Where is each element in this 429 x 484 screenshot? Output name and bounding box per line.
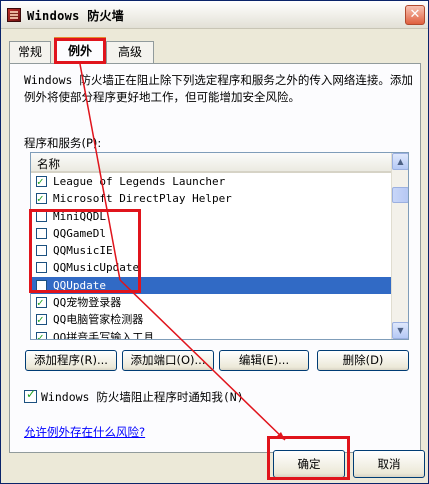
list-item[interactable]: QQ宠物登录器 — [31, 294, 391, 311]
exceptions-risk-link[interactable]: 允许例外存在什么风险? — [24, 424, 145, 440]
tab-exceptions[interactable]: 例外 — [54, 37, 106, 64]
add-port-button[interactable]: 添加端口(O)... — [122, 350, 214, 371]
add-program-button[interactable]: 添加程序(R)... — [25, 350, 117, 371]
row-label: Microsoft DirectPlay Helper — [53, 192, 232, 206]
row-label: QQMusicUpdate — [53, 261, 140, 275]
list-rows: League of Legends Launcher Microsoft Dir… — [31, 173, 391, 340]
scroll-thumb[interactable] — [392, 187, 408, 203]
row-checkbox[interactable] — [36, 245, 47, 257]
row-checkbox[interactable] — [36, 173, 47, 190]
title-bar[interactable]: Windows 防火墙 ✕ — [1, 1, 428, 29]
list-item[interactable]: MiniQQDL — [31, 208, 391, 225]
row-checkbox[interactable] — [36, 210, 47, 222]
scroll-up-icon[interactable]: ▲ — [392, 153, 408, 170]
row-checkbox[interactable] — [36, 294, 47, 311]
ok-button[interactable]: 确定 — [273, 450, 345, 478]
cancel-button[interactable]: 取消 — [353, 450, 425, 478]
row-checkbox[interactable] — [36, 329, 47, 339]
list-item[interactable]: QQUpdate — [31, 276, 391, 295]
list-item[interactable]: QQMusicUpdate — [31, 259, 391, 276]
row-checkbox[interactable] — [36, 190, 47, 207]
row-label: QQUpdate — [53, 278, 106, 292]
firewall-dialog: Windows 防火墙 ✕ 常规 例外 高级 Windows 防火墙正在阻止除下… — [0, 0, 429, 484]
programs-label: 程序和服务(P): — [24, 136, 102, 150]
row-checkbox[interactable] — [36, 311, 47, 328]
list-item[interactable]: QQGameDl — [31, 225, 391, 242]
firewall-brick-icon — [7, 8, 21, 22]
row-label: League of Legends Launcher — [53, 175, 226, 188]
row-checkbox[interactable] — [36, 227, 47, 239]
row-label: QQGameDl — [53, 226, 106, 240]
row-label: QQ电脑管家检测器 — [53, 313, 144, 327]
tab-general[interactable]: 常规 — [9, 41, 51, 63]
delete-button[interactable]: 删除(D) — [317, 350, 409, 371]
row-label: QQ拼音手写输入工具 — [53, 330, 155, 340]
vertical-scrollbar[interactable]: ▲ ▼ — [391, 153, 408, 339]
list-item[interactable]: QQ拼音手写输入工具 — [31, 329, 391, 340]
programs-list[interactable]: 名称 League of Legends Launcher Microsoft … — [30, 152, 409, 340]
notify-label: Windows 防火墙阻止程序时通知我(N) — [41, 390, 244, 404]
row-label: MiniQQDL — [53, 209, 106, 223]
window-title: Windows 防火墙 — [27, 9, 125, 23]
list-item[interactable]: Microsoft DirectPlay Helper — [31, 190, 391, 207]
close-button[interactable]: ✕ — [405, 5, 425, 25]
edit-button[interactable]: 编辑(E)... — [219, 350, 309, 371]
description-text: Windows 防火墙正在阻止除下列选定程序和服务之外的传入网络连接。添加例外将… — [24, 73, 413, 104]
row-label: QQMusicIE — [53, 244, 113, 258]
list-item[interactable]: QQ电脑管家检测器 — [31, 311, 391, 328]
list-item[interactable]: League of Legends Launcher — [31, 173, 391, 190]
list-item[interactable]: QQMusicIE — [31, 242, 391, 259]
column-header-name[interactable]: 名称 — [31, 153, 391, 173]
column-header-label: 名称 — [37, 157, 60, 171]
row-label: QQ宠物登录器 — [53, 296, 122, 310]
row-checkbox[interactable] — [36, 279, 47, 291]
tab-advanced[interactable]: 高级 — [106, 41, 154, 63]
row-checkbox[interactable] — [36, 262, 47, 274]
notify-checkbox[interactable] — [24, 387, 37, 403]
scroll-down-icon[interactable]: ▼ — [392, 322, 408, 339]
